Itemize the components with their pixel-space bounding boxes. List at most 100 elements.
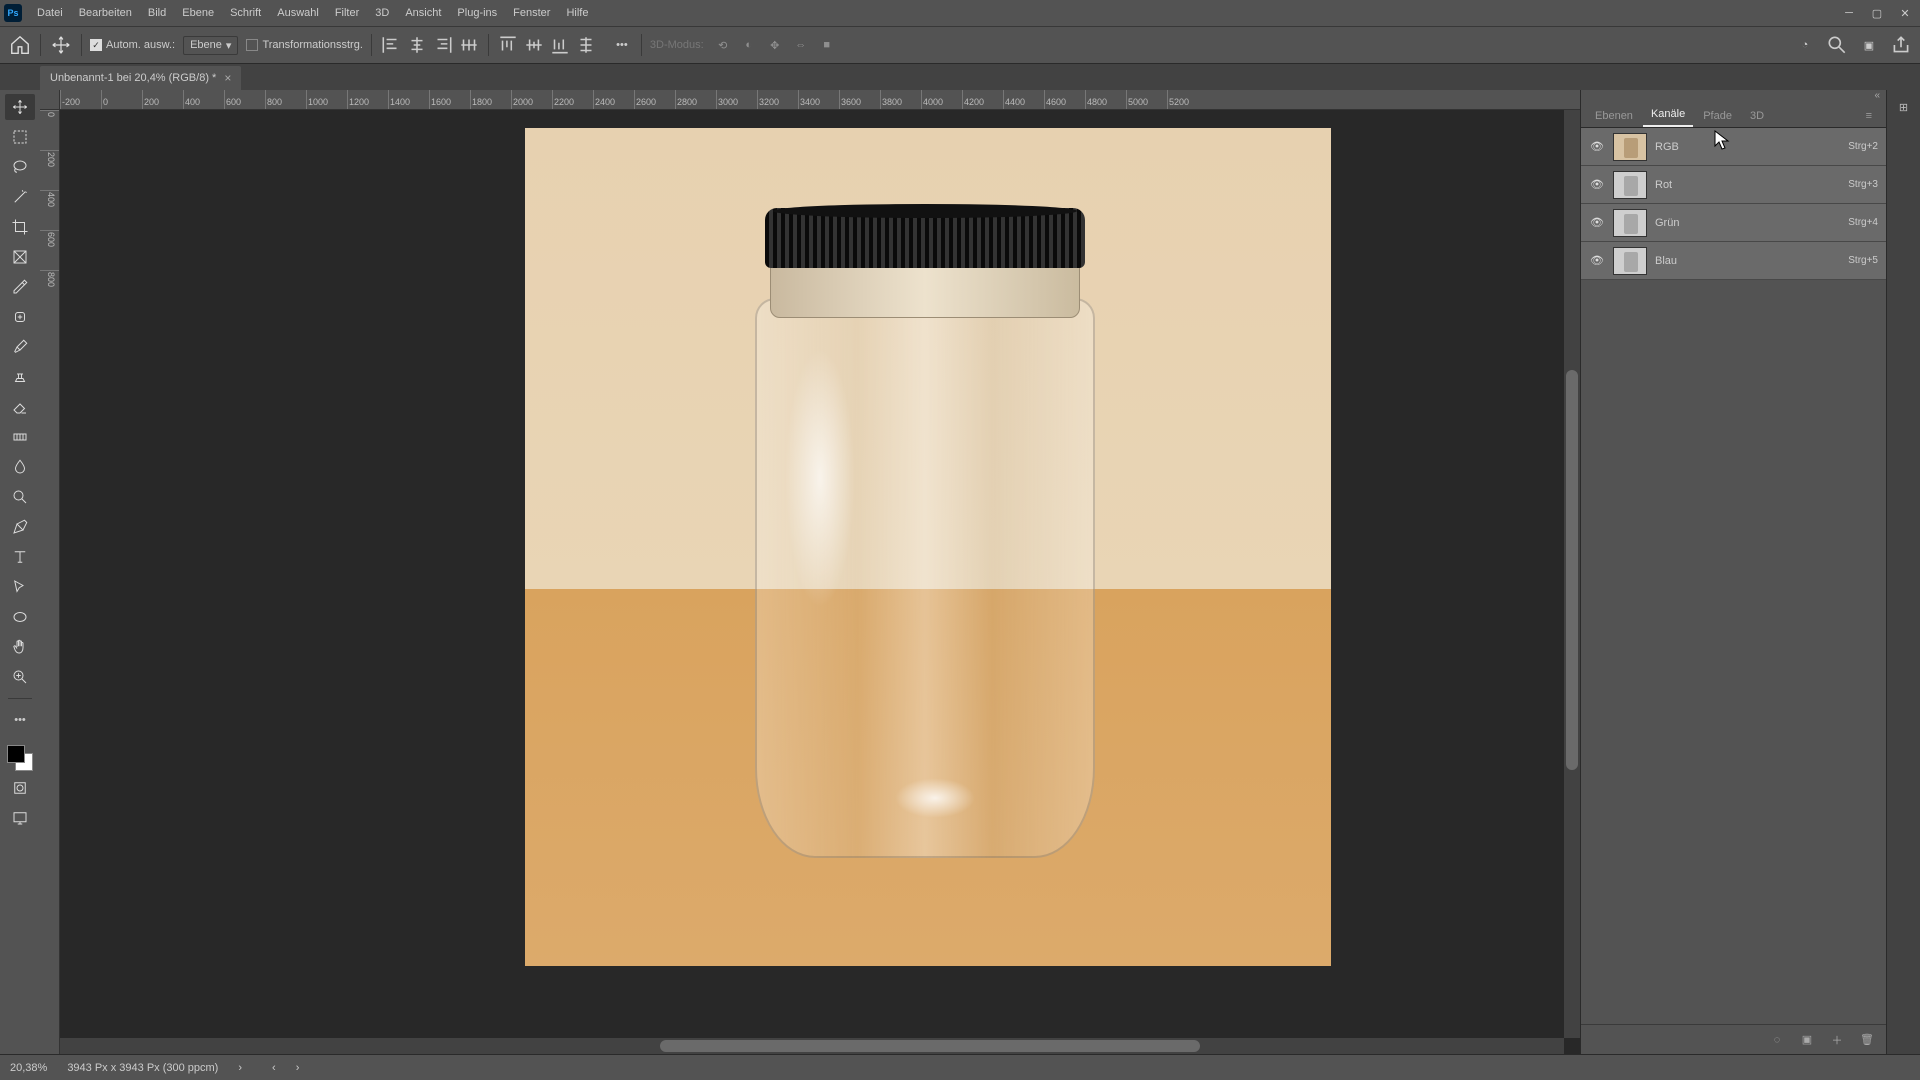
transform-label: Transformationsstrg. [262, 39, 362, 51]
load-selection-icon[interactable]: ◌ [1768, 1031, 1786, 1049]
channel-thumbnail[interactable] [1613, 209, 1647, 237]
menu-fenster[interactable]: Fenster [506, 4, 557, 22]
scrollbar-thumb[interactable] [1566, 370, 1578, 770]
menu-schrift[interactable]: Schrift [223, 4, 268, 22]
visibility-eye-icon[interactable]: 👁 [1589, 254, 1605, 267]
eyedropper-tool[interactable] [5, 274, 35, 300]
tab-kanaele[interactable]: Kanäle [1643, 103, 1693, 127]
crop-tool[interactable] [5, 214, 35, 240]
align-top-icon[interactable] [497, 34, 519, 56]
path-selection-tool[interactable] [5, 574, 35, 600]
delete-channel-icon[interactable]: 🗑 [1858, 1031, 1876, 1049]
quick-mask-tool[interactable] [5, 775, 35, 801]
foreground-color[interactable] [7, 745, 25, 763]
align-center-h-icon[interactable] [406, 34, 428, 56]
lasso-tool[interactable] [5, 154, 35, 180]
screen-mode-tool[interactable] [5, 805, 35, 831]
minimize-button[interactable]: ─ [1838, 3, 1860, 23]
channel-row-grün[interactable]: 👁GrünStrg+4 [1581, 204, 1886, 242]
doc-nav-right-icon[interactable]: › [296, 1062, 300, 1074]
doc-nav-left-icon[interactable]: ‹ [272, 1062, 276, 1074]
share-icon[interactable] [1890, 34, 1912, 56]
pen-tool[interactable] [5, 514, 35, 540]
frame-tool[interactable] [5, 244, 35, 270]
close-button[interactable]: ✕ [1894, 3, 1916, 23]
color-swatch[interactable] [7, 745, 33, 771]
document-info[interactable]: 3943 Px x 3943 Px (300 ppcm) [67, 1062, 218, 1074]
properties-panel-icon[interactable]: ⊞ [1893, 96, 1915, 118]
brush-tool[interactable] [5, 334, 35, 360]
menu-bearbeiten[interactable]: Bearbeiten [72, 4, 139, 22]
menu-datei[interactable]: Datei [30, 4, 70, 22]
save-selection-icon[interactable]: ▣ [1798, 1031, 1816, 1049]
home-button[interactable] [8, 33, 32, 57]
edit-toolbar-icon[interactable]: ••• [5, 707, 35, 733]
collapse-panels-icon[interactable]: « [1581, 90, 1886, 102]
align-center-v-icon[interactable] [523, 34, 545, 56]
align-left-icon[interactable] [380, 34, 402, 56]
ruler-horizontal[interactable]: -200020040060080010001200140016001800200… [60, 90, 1580, 110]
close-tab-icon[interactable]: × [224, 71, 231, 85]
new-channel-icon[interactable]: ＋ [1828, 1031, 1846, 1049]
transform-controls-checkbox[interactable]: Transformationsstrg. [246, 39, 362, 51]
magic-wand-tool[interactable] [5, 184, 35, 210]
layer-type-select[interactable]: Ebene▾ [183, 36, 238, 55]
visibility-eye-icon[interactable]: 👁 [1589, 140, 1605, 153]
workspace-icon[interactable]: ▣ [1858, 34, 1880, 56]
move-tool-icon[interactable] [49, 33, 73, 57]
gradient-tool[interactable] [5, 424, 35, 450]
healing-brush-tool[interactable] [5, 304, 35, 330]
scrollbar-thumb[interactable] [660, 1040, 1200, 1052]
distribute-v-icon[interactable] [575, 34, 597, 56]
ruler-vertical[interactable]: 0200400600800 [40, 110, 60, 1054]
channel-row-blau[interactable]: 👁BlauStrg+5 [1581, 242, 1886, 280]
align-right-icon[interactable] [432, 34, 454, 56]
channel-list: 👁RGBStrg+2👁RotStrg+3👁GrünStrg+4👁BlauStrg… [1581, 128, 1886, 280]
separator [488, 34, 489, 56]
cloud-docs-icon[interactable]: ◔ [1794, 34, 1816, 56]
menu-auswahl[interactable]: Auswahl [270, 4, 326, 22]
menu-plugins[interactable]: Plug-ins [450, 4, 504, 22]
menu-filter[interactable]: Filter [328, 4, 366, 22]
menu-ebene[interactable]: Ebene [175, 4, 221, 22]
auto-select-checkbox[interactable]: ✓Autom. ausw.: [90, 39, 175, 51]
type-tool[interactable] [5, 544, 35, 570]
search-icon[interactable] [1826, 34, 1848, 56]
panel-menu-icon[interactable]: ≡ [1858, 105, 1880, 127]
tab-3d[interactable]: 3D [1742, 105, 1772, 127]
channel-row-rgb[interactable]: 👁RGBStrg+2 [1581, 128, 1886, 166]
blur-tool[interactable] [5, 454, 35, 480]
channel-thumbnail[interactable] [1613, 133, 1647, 161]
clone-stamp-tool[interactable] [5, 364, 35, 390]
channel-row-rot[interactable]: 👁RotStrg+3 [1581, 166, 1886, 204]
scrollbar-horizontal[interactable] [60, 1038, 1564, 1054]
scrollbar-vertical[interactable] [1564, 110, 1580, 1038]
menu-3d[interactable]: 3D [368, 4, 396, 22]
visibility-eye-icon[interactable]: 👁 [1589, 178, 1605, 191]
menu-hilfe[interactable]: Hilfe [559, 4, 595, 22]
zoom-tool[interactable] [5, 664, 35, 690]
channel-thumbnail[interactable] [1613, 247, 1647, 275]
distribute-h-icon[interactable] [458, 34, 480, 56]
menu-ansicht[interactable]: Ansicht [398, 4, 448, 22]
eraser-tool[interactable] [5, 394, 35, 420]
zoom-level[interactable]: 20,38% [10, 1062, 47, 1074]
document-tab[interactable]: Unbenannt-1 bei 20,4% (RGB/8) * × [40, 66, 241, 90]
hand-tool[interactable] [5, 634, 35, 660]
pan-3d-icon: ✥ [764, 34, 786, 56]
visibility-eye-icon[interactable]: 👁 [1589, 216, 1605, 229]
more-options-icon[interactable]: ••• [611, 34, 633, 56]
collapsed-panels-strip: ⊞ [1886, 90, 1920, 1054]
doc-info-chevron-icon[interactable]: › [238, 1062, 242, 1074]
maximize-button[interactable]: ▢ [1866, 3, 1888, 23]
document-canvas[interactable] [525, 128, 1331, 966]
dodge-tool[interactable] [5, 484, 35, 510]
channel-thumbnail[interactable] [1613, 171, 1647, 199]
tab-ebenen[interactable]: Ebenen [1587, 105, 1641, 127]
tab-pfade[interactable]: Pfade [1695, 105, 1740, 127]
shape-tool[interactable] [5, 604, 35, 630]
menu-bild[interactable]: Bild [141, 4, 173, 22]
align-bottom-icon[interactable] [549, 34, 571, 56]
marquee-tool[interactable] [5, 124, 35, 150]
move-tool[interactable] [5, 94, 35, 120]
